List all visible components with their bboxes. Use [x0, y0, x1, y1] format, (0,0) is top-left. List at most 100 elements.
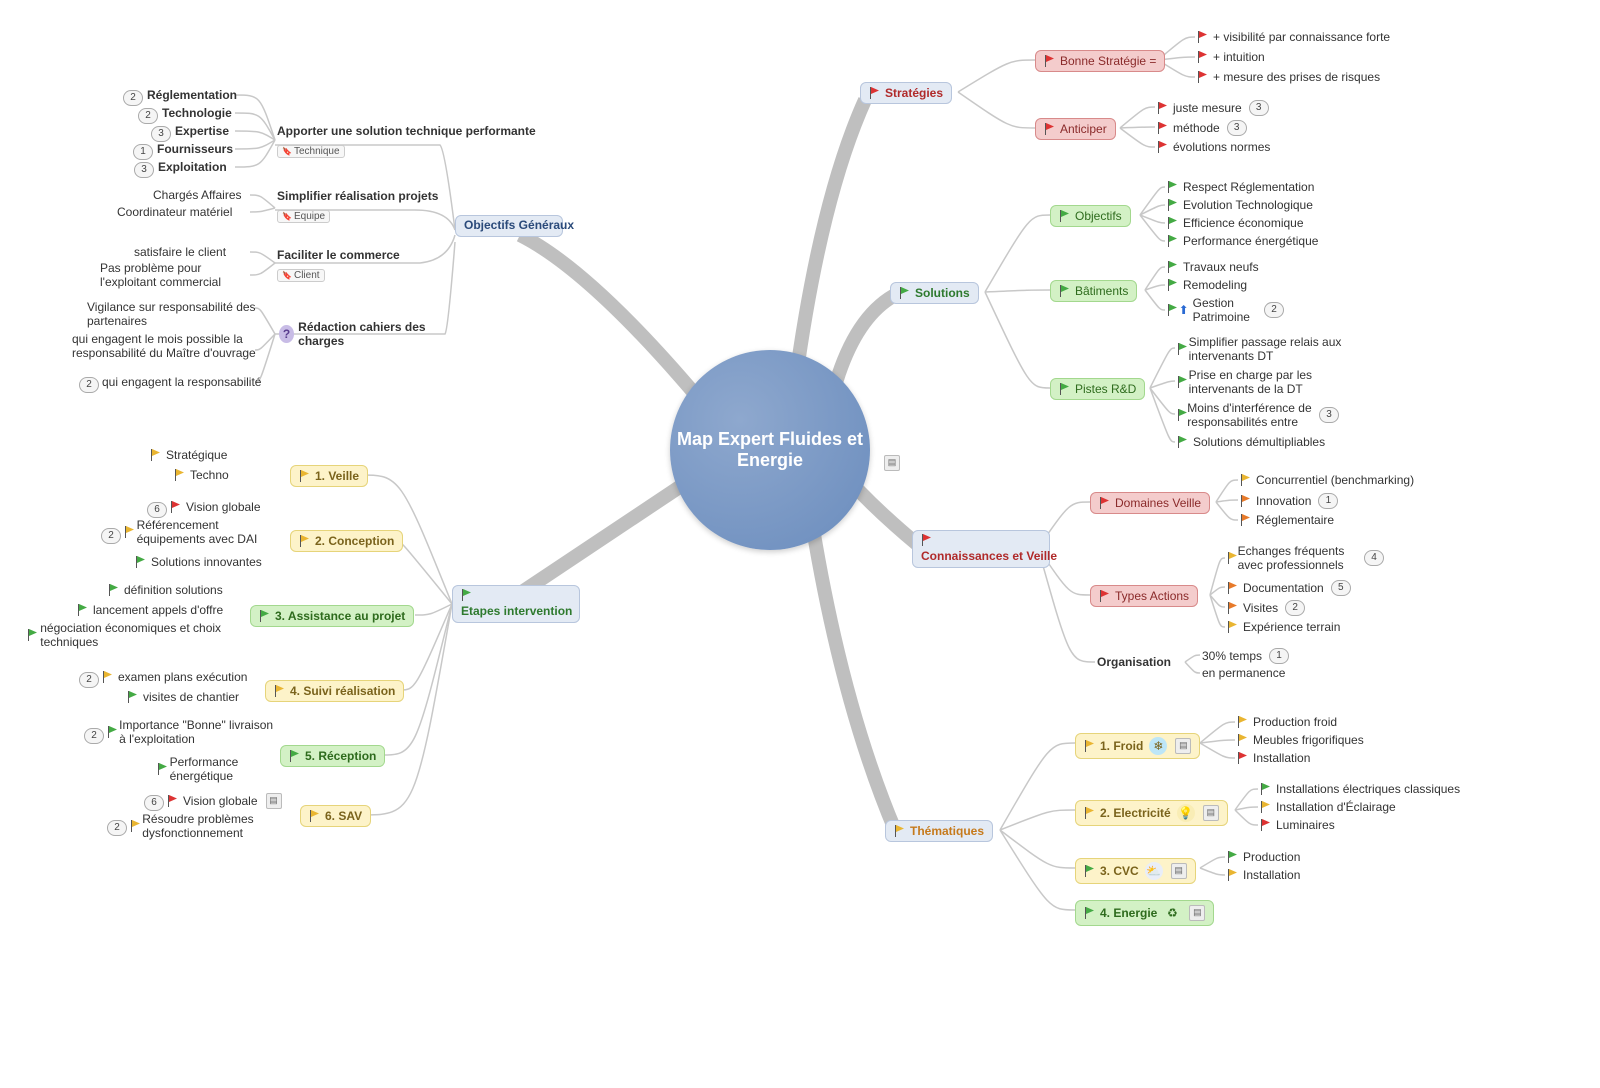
etape-1[interactable]: 1. Veille — [290, 465, 368, 487]
obj-n3-b[interactable]: Pas problème pour l'exploitant commercia… — [98, 261, 252, 289]
them-2-c[interactable]: Luminaires — [1258, 818, 1337, 832]
etape-5-b[interactable]: Performance énergétique — [155, 755, 269, 783]
note-icon[interactable]: ▤ — [884, 455, 900, 471]
etape-3-a[interactable]: définition solutions — [106, 583, 225, 597]
obj-n2-a[interactable]: Chargés Affaires — [151, 188, 244, 202]
sol-o1-c[interactable]: Efficience économique — [1165, 216, 1306, 230]
sol-o2[interactable]: Bâtiments — [1050, 280, 1137, 302]
obj-n2[interactable]: Simplifier réalisation projets Equipe — [275, 190, 419, 223]
obj-n3-a[interactable]: satisfaire le client — [132, 245, 228, 259]
strat-s1[interactable]: Bonne Stratégie = — [1035, 50, 1165, 72]
them-3-b[interactable]: Installation — [1225, 868, 1302, 882]
obj-n1-b[interactable]: Technologie — [160, 106, 234, 120]
etape-3-b[interactable]: lancement appels d'offre — [75, 603, 225, 617]
etape-2-b[interactable]: Référencement équipements avec DAI — [122, 518, 286, 546]
strat-s1-a[interactable]: + visibilité par connaissance forte — [1195, 30, 1392, 44]
sol-o1-d[interactable]: Performance énergétique — [1165, 234, 1320, 248]
sol-o3-a[interactable]: Simplifier passage relais aux intervenan… — [1175, 335, 1344, 363]
them-3[interactable]: 3. CVC⛅▤ — [1075, 858, 1196, 884]
them-2-b[interactable]: Installation d'Éclairage — [1258, 800, 1398, 814]
obj-n1-d[interactable]: Fournisseurs — [155, 142, 235, 156]
etape-6-b[interactable]: Résoudre problèmes dysfonctionnement — [128, 812, 292, 840]
etape-6-a[interactable]: Vision globale▤ — [165, 793, 284, 809]
etape-3-c[interactable]: négociation économiques et choix techniq… — [25, 621, 229, 649]
veille-v2-b[interactable]: Documentation5 — [1225, 580, 1356, 596]
hub-objectifs[interactable]: Objectifs Généraux — [455, 215, 563, 237]
strat-s1-b[interactable]: + intuition — [1195, 50, 1267, 64]
etape-1-b[interactable]: Techno — [172, 468, 231, 482]
them-1-a[interactable]: Production froid — [1235, 715, 1339, 729]
them-2[interactable]: 2. Electricité💡▤ — [1075, 800, 1228, 826]
etape-5[interactable]: 5. Réception — [280, 745, 385, 767]
obj-n4-b[interactable]: qui engagent le mois possible la respons… — [70, 332, 259, 360]
strat-s2-a[interactable]: juste mesure3 — [1155, 100, 1274, 116]
them-1[interactable]: 1. Froid❄▤ — [1075, 733, 1200, 759]
etape-2-a[interactable]: Vision globale — [168, 500, 263, 514]
veille-v2-a[interactable]: Echanges fréquents avec professionnels4 — [1225, 544, 1389, 572]
obj-n3[interactable]: Faciliter le commerce Client — [275, 249, 439, 282]
them-3-a[interactable]: Production — [1225, 850, 1302, 864]
central-node[interactable]: Map Expert Fluides et Energie — [670, 350, 870, 550]
note-icon[interactable]: ▤ — [1203, 805, 1219, 821]
obj-n1-e[interactable]: Exploitation — [156, 160, 229, 174]
obj-n2-label: Simplifier réalisation projets — [277, 190, 438, 204]
obj-n1-a[interactable]: Réglementation — [145, 88, 239, 102]
question-icon: ? — [279, 325, 294, 343]
veille-v2-c[interactable]: Visites2 — [1225, 600, 1310, 616]
note-icon[interactable]: ▤ — [266, 793, 282, 809]
hub-strategies[interactable]: Stratégies — [860, 82, 952, 104]
sol-o3-c[interactable]: Moins d'interférence de responsabilités … — [1175, 401, 1344, 429]
badge: 3 — [151, 126, 171, 142]
sol-o3-d[interactable]: Solutions démultipliables — [1175, 435, 1327, 449]
veille-v3-a[interactable]: 30% temps1 — [1200, 648, 1294, 664]
etape-4-a[interactable]: examen plans exécution — [100, 670, 249, 684]
veille-v2-d[interactable]: Expérience terrain — [1225, 620, 1342, 634]
obj-n1-c[interactable]: Expertise — [173, 124, 231, 138]
note-icon[interactable]: ▤ — [1171, 863, 1187, 879]
badge: 2 — [107, 820, 127, 836]
sol-o2-b[interactable]: Remodeling — [1165, 278, 1249, 292]
strat-s2[interactable]: Anticiper — [1035, 118, 1116, 140]
obj-n4-c[interactable]: qui engagent la responsabilité — [100, 375, 263, 389]
obj-n4-a[interactable]: Vigilance sur responsabilité des partena… — [85, 300, 259, 328]
sol-o3-b[interactable]: Prise en charge par les intervenants de … — [1175, 368, 1344, 396]
etape-3[interactable]: 3. Assistance au projet — [250, 605, 414, 627]
hub-thematiques[interactable]: Thématiques — [885, 820, 993, 842]
veille-v1-a[interactable]: Concurrentiel (benchmarking) — [1238, 473, 1416, 487]
etape-1-a[interactable]: Stratégique — [148, 448, 229, 462]
veille-v3[interactable]: Organisation — [1095, 655, 1173, 669]
strat-s2-b[interactable]: méthode3 — [1155, 120, 1252, 136]
them-1-b[interactable]: Meubles frigorifiques — [1235, 733, 1366, 747]
veille-v1[interactable]: Domaines Veille — [1090, 492, 1210, 514]
etape-2-c[interactable]: Solutions innovantes — [133, 555, 264, 569]
hub-etapes[interactable]: Etapes intervention — [452, 585, 580, 623]
obj-n4[interactable]: ? Rédaction cahiers des charges — [275, 320, 449, 348]
sol-o3[interactable]: Pistes R&D — [1050, 378, 1145, 400]
veille-v2[interactable]: Types Actions — [1090, 585, 1198, 607]
etape-4-b[interactable]: visites de chantier — [125, 690, 241, 704]
sol-o2-a[interactable]: Travaux neufs — [1165, 260, 1261, 274]
them-4[interactable]: 4. Energie♻▤ — [1075, 900, 1214, 926]
strat-s2-c[interactable]: évolutions normes — [1155, 140, 1272, 154]
them-2-a[interactable]: Installations électriques classiques — [1258, 782, 1462, 796]
veille-v1-c[interactable]: Réglementaire — [1238, 513, 1336, 527]
note-icon[interactable]: ▤ — [1189, 905, 1205, 921]
etape-5-a[interactable]: Importance "Bonne" livraison à l'exploit… — [105, 718, 279, 746]
sol-o2-c[interactable]: ⬆Gestion Patrimoine2 — [1165, 296, 1289, 324]
veille-v1-b[interactable]: Innovation1 — [1238, 493, 1343, 509]
etape-6[interactable]: 6. SAV — [300, 805, 371, 827]
them-1-c[interactable]: Installation — [1235, 751, 1312, 765]
strat-s1-c[interactable]: + mesure des prises de risques — [1195, 70, 1382, 84]
etape-4[interactable]: 4. Suivi réalisation — [265, 680, 404, 702]
sol-o1-a[interactable]: Respect Réglementation — [1165, 180, 1316, 194]
obj-n1[interactable]: Apporter une solution technique performa… — [275, 125, 449, 158]
flag-icon — [170, 501, 182, 513]
hub-connaissances[interactable]: Connaissances et Veille — [912, 530, 1050, 568]
veille-v3-b[interactable]: en permanence — [1200, 666, 1287, 680]
sol-o1-b[interactable]: Evolution Technologique — [1165, 198, 1315, 212]
hub-solutions[interactable]: Solutions — [890, 282, 979, 304]
etape-2[interactable]: 2. Conception — [290, 530, 403, 552]
note-icon[interactable]: ▤ — [1175, 738, 1191, 754]
sol-o1[interactable]: Objectifs — [1050, 205, 1131, 227]
obj-n2-b[interactable]: Coordinateur matériel — [115, 205, 234, 219]
